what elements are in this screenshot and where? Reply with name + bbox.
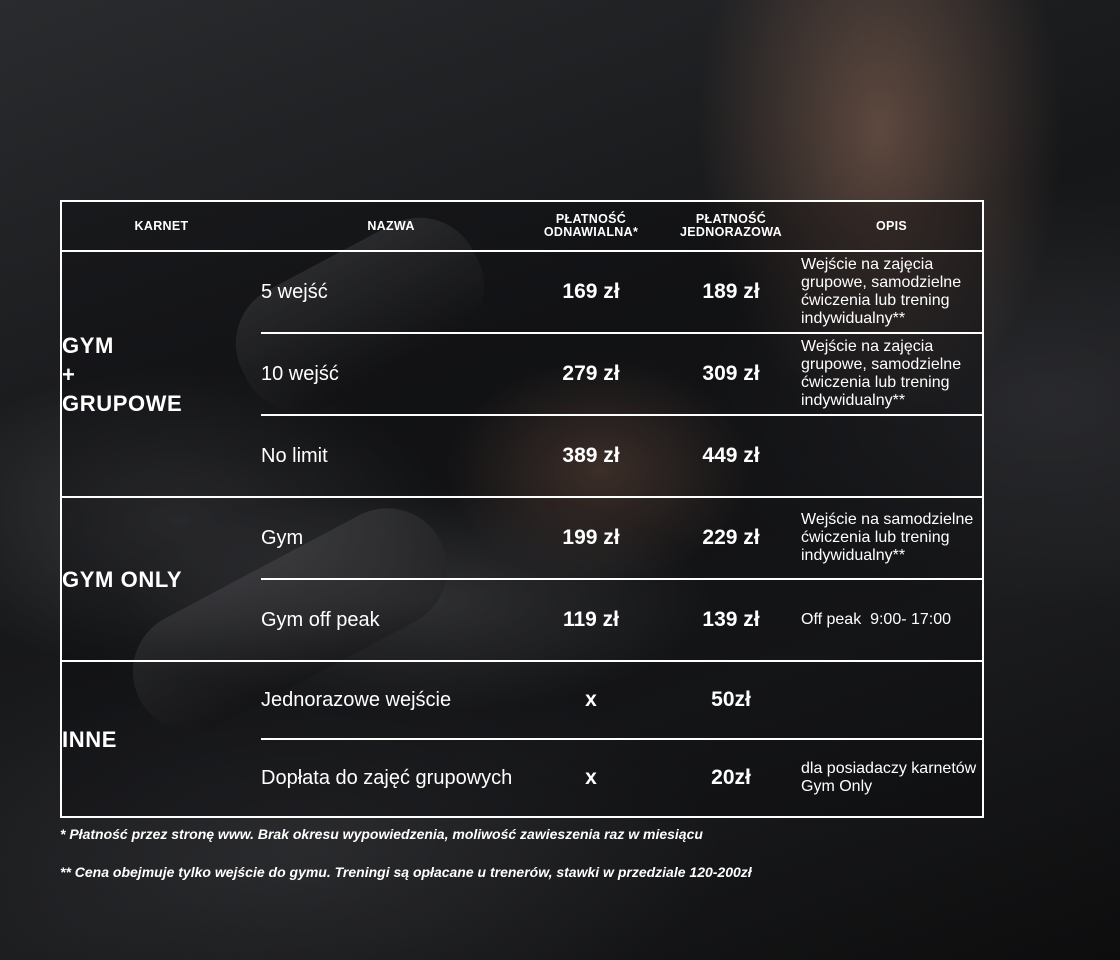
table-row: GYM ONLY Gym 199 zł 229 zł Wejście na sa… <box>61 497 983 662</box>
price-renewable: 279 zł <box>521 333 661 416</box>
price-renewable: x <box>521 661 661 740</box>
footnote-price-info: ** Cena obejmuje tylko wejście do gymu. … <box>60 864 752 880</box>
price-one-time: 189 zł <box>661 251 801 334</box>
category-line: INNE <box>62 726 117 752</box>
header-jednorazowa-line1: PŁATNOŚĆ <box>695 212 767 226</box>
price-one-time: 139 zł <box>661 579 801 662</box>
header-jednorazowa-line2: JEDNORAZOWA <box>680 225 782 239</box>
pass-description <box>801 415 983 498</box>
footnote-payment: * Płatność przez stronę www. Brak okresu… <box>60 826 703 842</box>
price-renewable: 389 zł <box>521 415 661 498</box>
pass-name: 10 wejść <box>261 333 521 416</box>
pass-description: Wejście na zajęcia grupowe, samodzielne … <box>801 333 983 416</box>
category-line: GYM <box>62 332 114 358</box>
header-odnawialna-line2: ODNAWIALNA* <box>543 225 639 239</box>
price-one-time: 449 zł <box>661 415 801 498</box>
table-row: INNE Jednorazowe wejście x 50zł <box>61 661 983 752</box>
category-gym-grupowe: GYM + GRUPOWE <box>61 251 261 498</box>
pass-name: No limit <box>261 415 521 498</box>
header-karnet: KARNET <box>61 201 261 252</box>
price-renewable: 119 zł <box>521 579 661 662</box>
table-row: GYM + GRUPOWE 5 wejść 169 zł 189 zł Wejś… <box>61 251 983 498</box>
price-renewable: 199 zł <box>521 497 661 580</box>
price-renewable: x <box>585 766 597 789</box>
price-renewable: 169 zł <box>521 251 661 334</box>
pass-name: Dopłata do zajęć grupowych <box>261 766 513 789</box>
category-line: GYM ONLY <box>62 566 183 592</box>
price-one-time: 50zł <box>661 661 801 740</box>
header-platnosc-jednorazowa: PŁATNOŚĆ JEDNORAZOWA <box>661 201 801 252</box>
header-odnawialna-line1: PŁATNOŚĆ <box>555 212 627 226</box>
pass-description: dla posiadaczy karnetów Gym Only <box>801 760 977 795</box>
pricing-table: KARNET NAZWA PŁATNOŚĆ ODNAWIALNA* PŁATNO… <box>60 200 984 818</box>
category-line: GRUPOWE <box>62 390 183 416</box>
pass-name: 5 wejść <box>261 251 521 334</box>
pass-description: Wejście na zajęcia grupowe, samodzielne … <box>801 251 983 334</box>
category-inne: INNE <box>61 661 261 817</box>
pass-description: Off peak 9:00- 17:00 <box>801 579 983 662</box>
pass-name: Gym off peak <box>261 579 521 662</box>
table-header-row: KARNET NAZWA PŁATNOŚĆ ODNAWIALNA* PŁATNO… <box>61 201 983 252</box>
pass-name: Gym <box>261 497 521 580</box>
header-opis: OPIS <box>801 201 983 252</box>
price-one-time: 20zł <box>711 766 751 789</box>
header-nazwa: NAZWA <box>261 201 521 252</box>
price-one-time: 309 zł <box>661 333 801 416</box>
price-one-time: 229 zł <box>661 497 801 580</box>
pass-name: Jednorazowe wejście <box>261 661 521 740</box>
category-gym-only: GYM ONLY <box>61 497 261 662</box>
header-platnosc-odnawialna: PŁATNOŚĆ ODNAWIALNA* <box>521 201 661 252</box>
pass-description <box>801 661 983 740</box>
pass-description: Wejście na samodzielne ćwiczenia lub tre… <box>801 497 983 580</box>
category-line: + <box>62 361 76 387</box>
